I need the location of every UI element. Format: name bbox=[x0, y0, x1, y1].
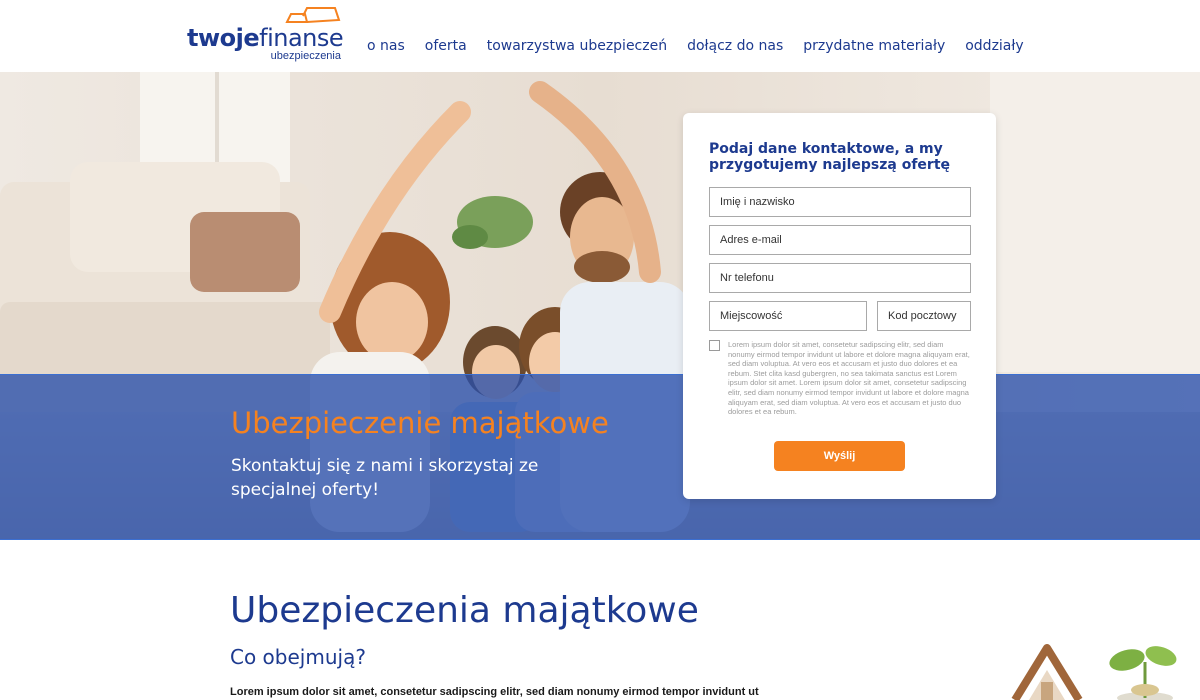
hero-band bbox=[0, 374, 1200, 540]
logo-subtitle: ubezpieczenia bbox=[270, 50, 341, 62]
section-title: Ubezpieczenia majątkowe bbox=[230, 590, 699, 631]
nav-item-materialy[interactable]: przydatne materiały bbox=[803, 38, 945, 54]
nav-item-o-nas[interactable]: o nas bbox=[367, 38, 405, 54]
section-body: Lorem ipsum dolor sit amet, consetetur s… bbox=[230, 686, 759, 698]
hero-subtitle: Skontaktuj się z nami i skorzystaj ze sp… bbox=[231, 456, 539, 500]
logo-wordmark: twojefinanse bbox=[187, 24, 344, 52]
main-nav: o nas oferta towarzystwa ubezpieczeń doł… bbox=[367, 38, 1044, 54]
email-input[interactable] bbox=[709, 225, 971, 255]
name-input[interactable] bbox=[709, 187, 971, 217]
nav-item-oferta[interactable]: oferta bbox=[425, 38, 467, 54]
nav-item-towarzystwa[interactable]: towarzystwa ubezpieczeń bbox=[487, 38, 667, 54]
submit-button[interactable]: Wyślij bbox=[774, 441, 905, 471]
site-header: twojefinanse ubezpieczenia o nas oferta … bbox=[0, 0, 1200, 72]
hero-title: Ubezpieczenie majątkowe bbox=[231, 406, 609, 440]
form-heading: Podaj dane kontaktowe, a my przygotujemy… bbox=[709, 141, 951, 173]
consent-text: Lorem ipsum dolor sit amet, consetetur s… bbox=[728, 340, 970, 417]
house-plant-illustration bbox=[1011, 644, 1177, 700]
contact-form-card: Podaj dane kontaktowe, a my przygotujemy… bbox=[683, 113, 996, 499]
city-input[interactable] bbox=[709, 301, 867, 331]
phone-input[interactable] bbox=[709, 263, 971, 293]
nav-item-dolacz[interactable]: dołącz do nas bbox=[687, 38, 783, 54]
consent-checkbox[interactable] bbox=[709, 340, 720, 351]
section-subtitle: Co obejmują? bbox=[230, 645, 366, 669]
nav-item-oddzialy[interactable]: oddziały bbox=[965, 38, 1023, 54]
logo-mark-icon bbox=[285, 7, 341, 23]
hero-section: Ubezpieczenie majątkowe Skontaktuj się z… bbox=[0, 72, 1200, 540]
zip-input[interactable] bbox=[877, 301, 971, 331]
logo[interactable]: twojefinanse ubezpieczenia bbox=[187, 6, 347, 64]
